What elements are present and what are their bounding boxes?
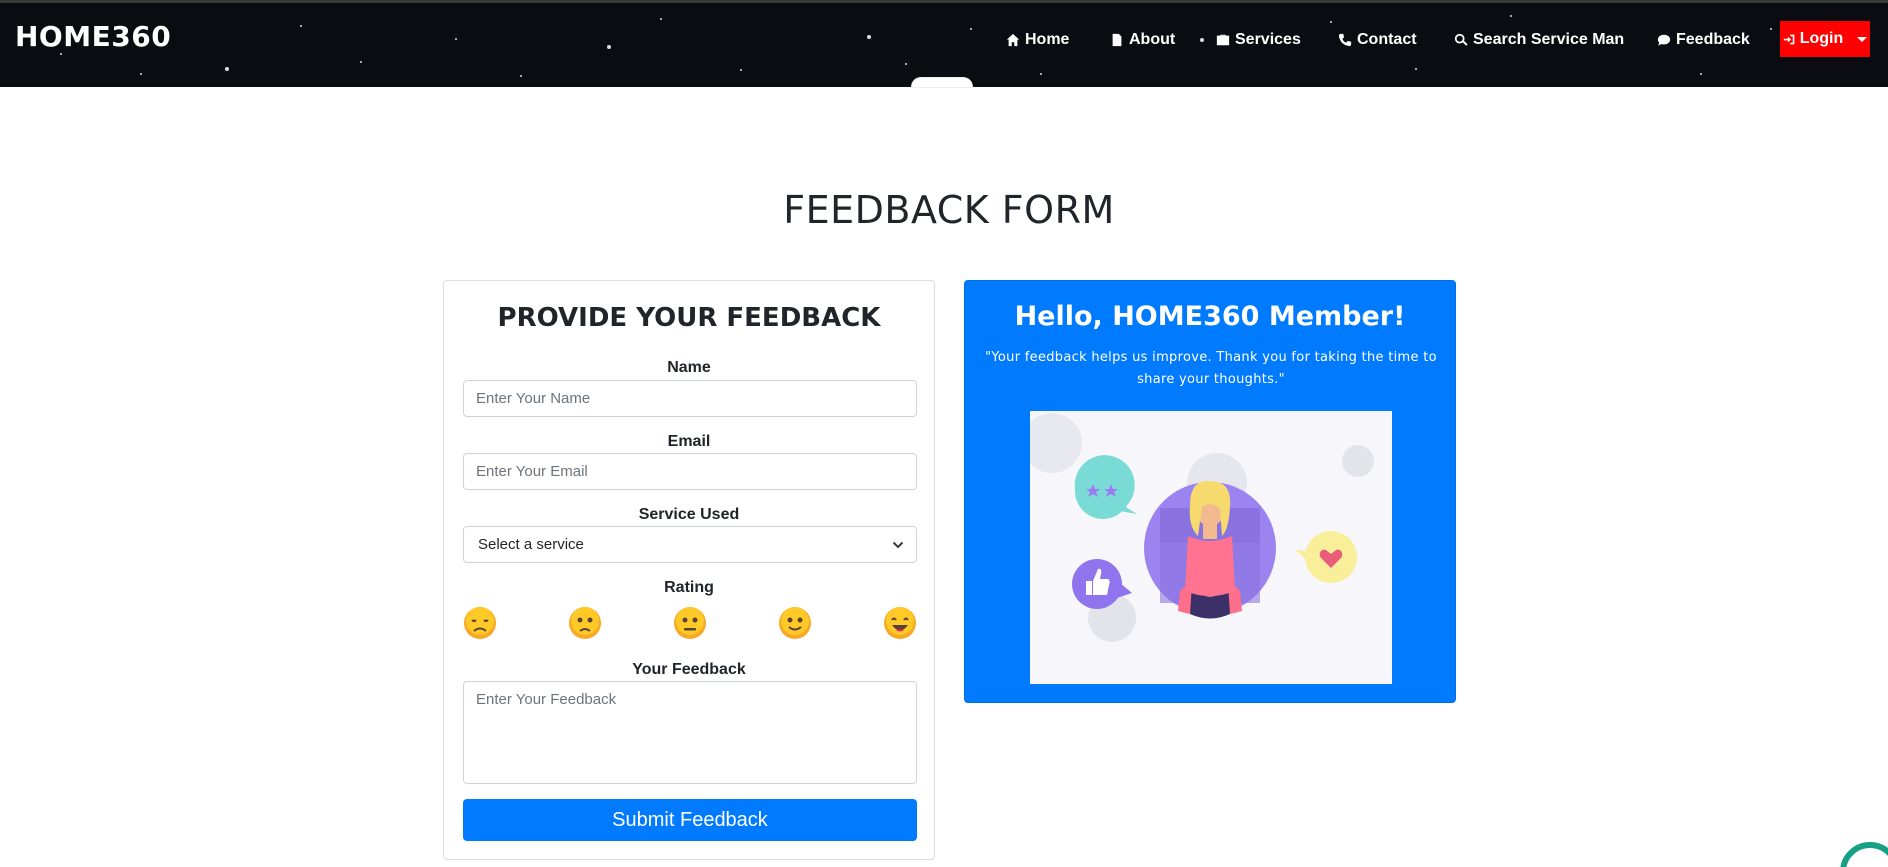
- nav-contact[interactable]: Contact: [1338, 29, 1417, 51]
- name-label: Name: [667, 359, 711, 376]
- phone-icon: [1338, 33, 1352, 47]
- feedback-textarea[interactable]: [463, 681, 917, 784]
- feedback-form-card: PROVIDE YOUR FEEDBACK Name Email Service…: [443, 280, 935, 860]
- submit-feedback-button[interactable]: Submit Feedback: [463, 799, 917, 841]
- brand-logo[interactable]: HOME360: [15, 20, 171, 53]
- profile-avatar: [912, 78, 972, 87]
- sign-in-icon: [1783, 34, 1795, 44]
- login-label: Login: [1799, 30, 1844, 47]
- sad-emoji[interactable]: [568, 606, 602, 640]
- welcome-quote: "Your feedback helps us improve. Thank y…: [985, 350, 1437, 387]
- chevron-down-icon: [892, 541, 904, 549]
- nav-home[interactable]: Home: [1006, 29, 1069, 51]
- form-title: PROVIDE YOUR FEEDBACK: [497, 303, 881, 333]
- email-input[interactable]: [463, 453, 917, 490]
- rating-label: Rating: [664, 579, 714, 596]
- nav-feedback[interactable]: Feedback: [1657, 29, 1750, 51]
- nav-contact-label: Contact: [1357, 31, 1417, 48]
- nav-about[interactable]: About: [1110, 29, 1175, 51]
- service-select[interactable]: Select a service: [463, 526, 917, 563]
- nav-about-label: About: [1129, 31, 1176, 48]
- navbar: HOME360 Home About Services Contact Sear…: [0, 0, 1888, 87]
- file-icon: [1112, 33, 1122, 47]
- briefcase-icon: [1216, 34, 1230, 46]
- nav-services[interactable]: Services: [1216, 29, 1301, 51]
- rating-selector: [463, 606, 917, 642]
- feedback-illustration-art: [1022, 411, 1392, 684]
- page-title: FEEDBACK FORM: [783, 188, 1115, 232]
- service-label: Service Used: [638, 506, 740, 523]
- comment-icon: [1657, 34, 1671, 46]
- neutral-emoji[interactable]: [673, 606, 707, 640]
- nav-services-label: Services: [1235, 31, 1301, 48]
- welcome-card: Hello, HOME360 Member! "Your feedback he…: [964, 280, 1456, 703]
- nav-search-service-man[interactable]: Search Service Man: [1454, 29, 1624, 51]
- chat-widget-icon[interactable]: [1840, 842, 1888, 867]
- login-dropdown-button[interactable]: Login: [1780, 21, 1870, 57]
- welcome-title: Hello, HOME360 Member!: [1014, 301, 1406, 332]
- nav-home-label: Home: [1025, 31, 1070, 48]
- nav-feedback-label: Feedback: [1676, 31, 1750, 48]
- name-input[interactable]: [463, 380, 917, 417]
- nav-search-service-man-label: Search Service Man: [1473, 31, 1625, 48]
- email-label: Email: [667, 433, 711, 450]
- service-select-value: Select a service: [478, 536, 584, 553]
- search-icon: [1454, 33, 1468, 46]
- home-icon: [1006, 33, 1020, 47]
- feedback-illustration: [1022, 411, 1392, 684]
- feedback-label: Your Feedback: [632, 661, 746, 678]
- very-happy-emoji[interactable]: [883, 606, 917, 640]
- happy-emoji[interactable]: [778, 606, 812, 640]
- chevron-down-icon: [1857, 36, 1868, 42]
- very-sad-emoji[interactable]: [463, 606, 497, 640]
